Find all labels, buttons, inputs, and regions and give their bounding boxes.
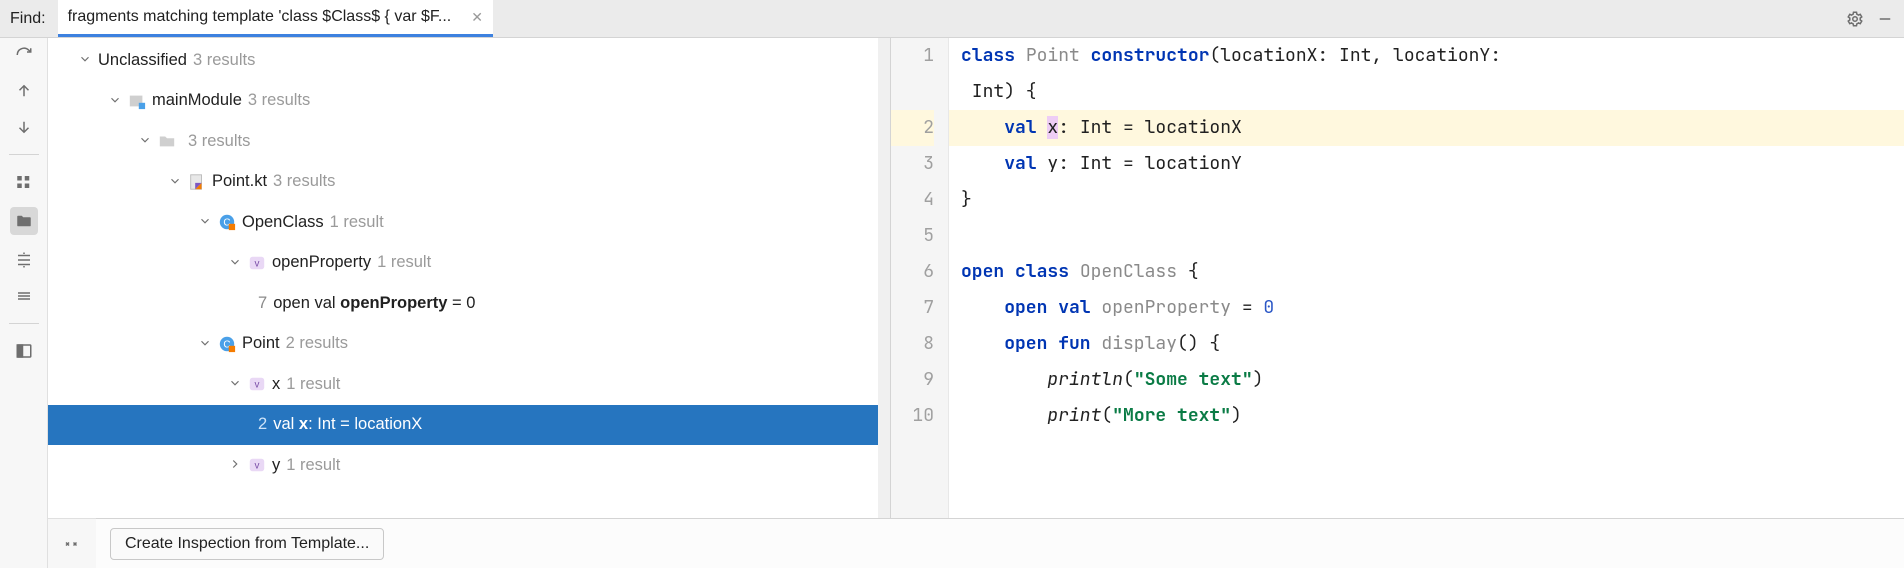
node-count: 1 result	[330, 213, 384, 232]
find-tab-label: fragments matching template 'class $Clas…	[68, 8, 452, 26]
val-icon: v	[248, 254, 266, 272]
node-count: 1 result	[286, 375, 340, 394]
line-number: 5	[891, 218, 934, 254]
node-label: openProperty	[272, 253, 371, 272]
node-label: Point.kt	[212, 172, 267, 191]
svg-text:v: v	[255, 461, 260, 472]
node-count: 1 result	[377, 253, 431, 272]
ktclass-icon: C	[218, 335, 236, 353]
code-line[interactable]: open val openProperty = 0	[949, 290, 1904, 326]
code-line[interactable]: }	[949, 182, 1904, 218]
line-number: 9	[891, 362, 934, 398]
scrollbar-thumb[interactable]	[879, 118, 889, 288]
module-icon	[128, 92, 146, 110]
tree-node-module[interactable]: mainModule 3 results	[48, 81, 890, 122]
tree-node-class[interactable]: C OpenClass 1 result	[48, 202, 890, 243]
node-label: x	[272, 375, 280, 394]
chevron-down-icon[interactable]	[108, 93, 124, 109]
tree-node-prop[interactable]: v x 1 result	[48, 364, 890, 405]
arrow-up-icon[interactable]	[13, 80, 35, 102]
more-icon[interactable]	[48, 518, 96, 568]
refresh-icon[interactable]	[13, 44, 35, 66]
result-match[interactable]: 2 val x: Int = locationX	[48, 405, 890, 446]
left-gutter	[0, 38, 48, 568]
ktclass-icon: C	[218, 213, 236, 231]
chevron-down-icon[interactable]	[198, 336, 214, 352]
code-line[interactable]	[949, 218, 1904, 254]
chevron-down-icon[interactable]	[228, 255, 244, 271]
node-count: 3 results	[193, 51, 255, 70]
node-count: 1 result	[286, 456, 340, 475]
val-icon: v	[248, 456, 266, 474]
gear-icon[interactable]	[1846, 10, 1864, 28]
close-icon[interactable]: ✕	[471, 9, 483, 26]
ktfile-icon	[188, 173, 206, 191]
code-line[interactable]: open fun display() {	[949, 326, 1904, 362]
chevron-right-icon[interactable]	[228, 457, 244, 473]
line-number: 1	[891, 38, 934, 74]
tree-node-group[interactable]: Unclassified 3 results	[48, 40, 890, 81]
code-line[interactable]: open class OpenClass {	[949, 254, 1904, 290]
node-label: Unclassified	[98, 51, 187, 70]
line-number: 7	[891, 290, 934, 326]
find-toolbar: Find: fragments matching template 'class…	[0, 0, 1904, 38]
line-number: 7	[258, 294, 267, 313]
line-number: 6	[891, 254, 934, 290]
line-number: 10	[891, 398, 934, 434]
result-match[interactable]: 7 open val openProperty = 0	[48, 283, 890, 324]
folder-icon	[158, 132, 176, 150]
node-count: 3 results	[188, 132, 250, 151]
svg-text:v: v	[255, 258, 260, 269]
create-inspection-button[interactable]: Create Inspection from Template...	[110, 528, 384, 560]
node-count: 3 results	[248, 91, 310, 110]
line-number: 3	[891, 146, 934, 182]
panel-icon[interactable]	[13, 340, 35, 362]
expand-icon[interactable]	[13, 249, 35, 271]
footer: Create Inspection from Template...	[96, 518, 1904, 568]
chevron-down-icon[interactable]	[168, 174, 184, 190]
tree-node-folder[interactable]: 3 results	[48, 121, 890, 162]
line-number: 8	[891, 326, 934, 362]
code-line[interactable]: val y: Int = locationY	[949, 146, 1904, 182]
val-icon: v	[248, 375, 266, 393]
minimize-icon[interactable]	[1876, 10, 1894, 28]
code-line[interactable]: Int) {	[949, 74, 1904, 110]
svg-text:v: v	[255, 380, 260, 391]
match-text: val x: Int = locationX	[273, 415, 422, 434]
line-number: 2	[891, 110, 934, 146]
node-label: OpenClass	[242, 213, 324, 232]
layout-icon[interactable]	[13, 171, 35, 193]
tree-node-file[interactable]: Point.kt 3 results	[48, 162, 890, 203]
chevron-down-icon[interactable]	[138, 133, 154, 149]
tree-node-prop[interactable]: v y 1 result	[48, 445, 890, 486]
match-text: open val openProperty = 0	[273, 294, 475, 313]
chevron-down-icon[interactable]	[228, 376, 244, 392]
folder-icon[interactable]	[10, 207, 38, 235]
node-label: y	[272, 456, 280, 475]
node-label: mainModule	[152, 91, 242, 110]
arrow-down-icon[interactable]	[13, 116, 35, 138]
code-line[interactable]: print("More text")	[949, 398, 1904, 434]
code-preview[interactable]: 1 2345678910 class Point constructor(loca…	[891, 38, 1904, 518]
collapse-icon[interactable]	[13, 285, 35, 307]
node-count: 2 results	[286, 334, 348, 353]
code-line[interactable]: class Point constructor(locationX: Int, …	[949, 38, 1904, 74]
code-line[interactable]: println("Some text")	[949, 362, 1904, 398]
chevron-down-icon[interactable]	[78, 52, 94, 68]
node-label: Point	[242, 334, 280, 353]
line-number	[891, 74, 934, 110]
line-number: 2	[258, 415, 267, 434]
results-tree[interactable]: Unclassified 3 results mainModule 3 results…	[48, 38, 890, 518]
find-label: Find:	[10, 10, 46, 28]
code-line[interactable]: val x: Int = locationX	[949, 110, 1904, 146]
chevron-down-icon[interactable]	[198, 214, 214, 230]
tree-node-prop[interactable]: v openProperty 1 result	[48, 243, 890, 284]
line-number: 4	[891, 182, 934, 218]
tree-node-class[interactable]: C Point 2 results	[48, 324, 890, 365]
find-tab[interactable]: fragments matching template 'class $Clas…	[58, 0, 493, 37]
node-count: 3 results	[273, 172, 335, 191]
